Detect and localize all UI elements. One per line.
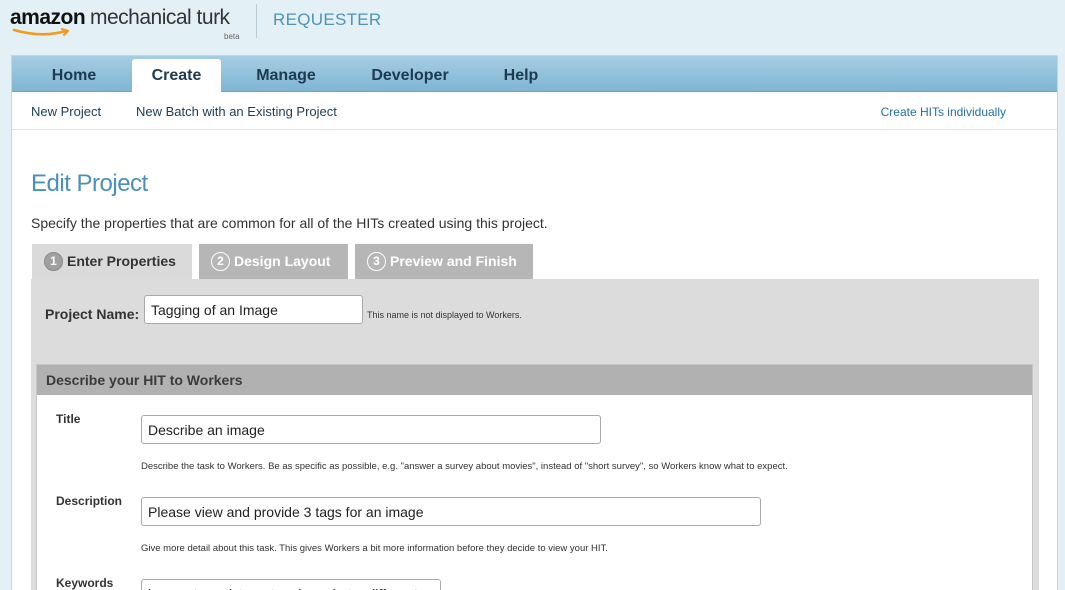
title-input[interactable] [141, 415, 601, 444]
description-hint: Give more detail about this task. This g… [141, 543, 608, 554]
logo-mturk-text: mechanical turk [90, 6, 230, 29]
create-subnav: New Project New Batch with an Existing P… [12, 92, 1057, 130]
describe-hit-header: Describe your HIT to Workers [37, 365, 1032, 395]
new-project-link[interactable]: New Project [31, 104, 101, 119]
step-label: Preview and Finish [390, 253, 517, 269]
tab-help[interactable]: Help [493, 59, 549, 92]
project-name-hint: This name is not displayed to Workers. [367, 310, 522, 320]
mturk-logo[interactable]: amazon mechanical turk beta [10, 4, 250, 44]
step-label: Design Layout [234, 253, 331, 269]
keywords-label: Keywords [56, 576, 114, 590]
tab-create[interactable]: Create [132, 59, 221, 92]
step-number-badge: 3 [367, 251, 386, 271]
keywords-input[interactable] [141, 579, 441, 590]
create-hits-individually-link[interactable]: Create HITs individually [881, 105, 1006, 119]
tab-home[interactable]: Home [31, 59, 117, 92]
describe-hit-section: Describe your HIT to Workers Title Descr… [36, 364, 1033, 590]
new-batch-link[interactable]: New Batch with an Existing Project [136, 104, 337, 119]
main-tabbar: Home Create Manage Developer Help [12, 56, 1057, 92]
page-title: Edit Project [31, 170, 148, 197]
properties-panel: Project Name: This name is not displayed… [31, 279, 1039, 590]
step-number-badge: 1 [44, 251, 63, 271]
step-tab-enter-properties[interactable]: 1 Enter Properties [32, 244, 192, 279]
beta-label: beta [224, 32, 240, 41]
project-name-input[interactable] [144, 295, 363, 324]
title-label: Title [56, 412, 81, 426]
title-hint: Describe the task to Workers. Be as spec… [141, 461, 788, 472]
amazon-smile-icon [12, 28, 70, 37]
description-input[interactable] [141, 497, 761, 526]
header-divider [256, 4, 257, 38]
description-label: Description [56, 494, 123, 508]
page-description: Specify the properties that are common f… [31, 215, 548, 231]
project-name-label: Project Name: [45, 306, 140, 322]
logo-amazon-text: amazon [10, 6, 86, 29]
step-label: Enter Properties [67, 253, 176, 269]
tab-developer[interactable]: Developer [358, 59, 462, 92]
tab-manage[interactable]: Manage [244, 59, 328, 92]
step-tab-design-layout[interactable]: 2 Design Layout [199, 244, 348, 279]
step-tab-preview-finish[interactable]: 3 Preview and Finish [355, 244, 533, 279]
step-number-badge: 2 [211, 251, 230, 271]
requester-label: REQUESTER [273, 10, 382, 29]
main-container: Home Create Manage Developer Help New Pr… [11, 55, 1058, 590]
